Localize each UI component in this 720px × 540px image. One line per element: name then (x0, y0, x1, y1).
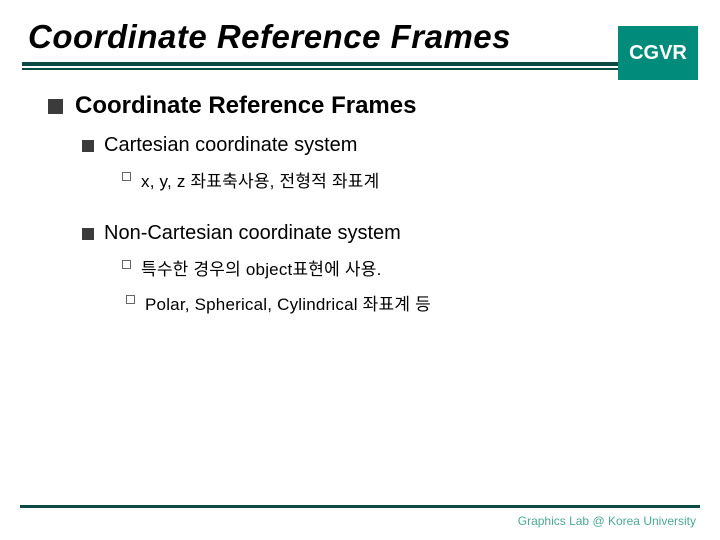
bullet-square-l3-icon (122, 172, 131, 181)
level3-item: 특수한 경우의 object표현에 사용. (141, 255, 382, 280)
footer-text: Graphics Lab @ Korea University (518, 514, 696, 528)
slide-title: Coordinate Reference Frames (28, 18, 720, 56)
level2-item: Cartesian coordinate system (104, 134, 357, 157)
level3-item: Polar, Spherical, Cylindrical 좌표계 등 (145, 290, 431, 315)
level2-item: Non-Cartesian coordinate system (104, 222, 401, 245)
bullet-square-l2-icon (82, 140, 94, 152)
footer-rule (20, 505, 700, 508)
cgvr-badge: CGVR (618, 26, 698, 80)
bullet-square-l3-icon (126, 295, 135, 304)
header-rule (22, 62, 698, 70)
bullet-square-l3-icon (122, 260, 131, 269)
level1-item: Coordinate Reference Frames (75, 92, 416, 120)
slide-body: Coordinate Reference Frames Cartesian co… (0, 70, 720, 315)
bullet-square-l1-icon (48, 99, 63, 114)
bullet-square-l2-icon (82, 228, 94, 240)
level3-item: x, y, z 좌표축사용, 전형적 좌표계 (141, 167, 379, 192)
